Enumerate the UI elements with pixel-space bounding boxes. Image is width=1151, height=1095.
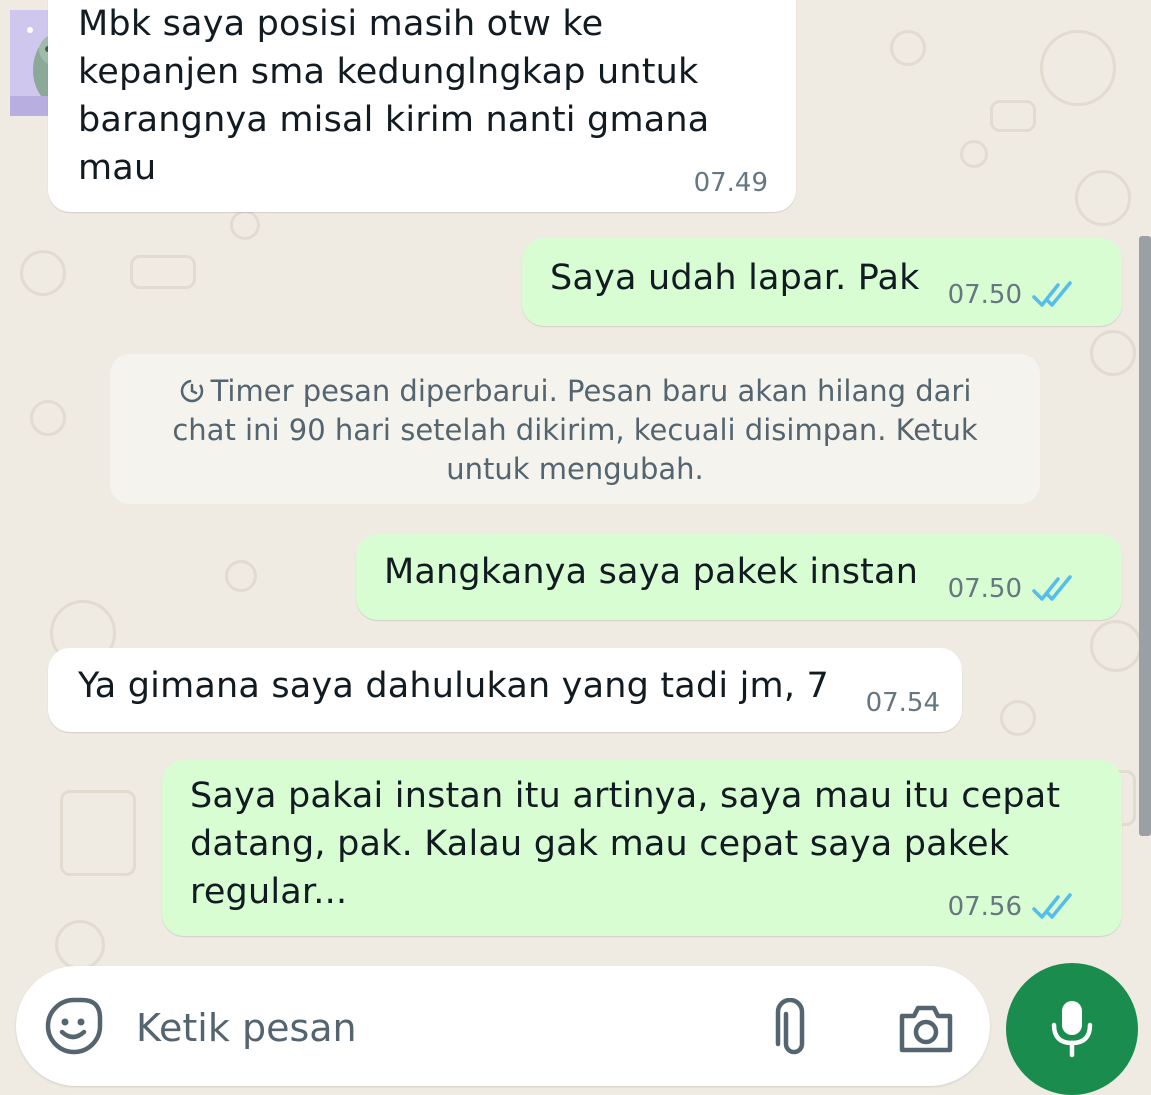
message-text: Ya gimana saya dahulukan yang tadi jm, 7	[78, 666, 829, 706]
message-meta: 07.50	[948, 280, 1078, 310]
message-text: Mbk saya posisi masih otw ke kepanjen sm…	[78, 4, 710, 188]
message-bubble-incoming[interactable]: Ya gimana saya dahulukan yang tadi jm, 7…	[48, 648, 962, 732]
chat-scrollbar[interactable]	[1139, 236, 1151, 836]
double-check-read-icon	[1032, 893, 1072, 919]
message-text: Mangkanya saya pakek instan	[384, 552, 919, 592]
mic-icon	[1051, 1001, 1093, 1058]
message-composer	[16, 966, 990, 1086]
timer-icon	[180, 379, 203, 403]
message-meta: 07.49	[694, 168, 768, 198]
message-time: 07.50	[947, 574, 1022, 604]
message-bubble-outgoing[interactable]: Mangkanya saya pakek instan 07.50	[356, 534, 1122, 620]
message-text: Saya udah lapar. Pak	[550, 258, 920, 298]
message-input[interactable]	[136, 1000, 696, 1056]
sticker-icon[interactable]	[44, 996, 104, 1056]
message-time: 07.50	[947, 280, 1022, 310]
message-bubble-incoming[interactable]: Mbk saya posisi masih otw ke kepanjen sm…	[48, 0, 796, 212]
message-bubble-outgoing[interactable]: Saya pakai instan itu artinya, saya mau …	[162, 760, 1122, 936]
message-text: Saya pakai instan itu artinya, saya mau …	[190, 776, 1061, 912]
message-bubble-outgoing[interactable]: Saya udah lapar. Pak 07.50	[522, 238, 1122, 326]
message-meta: 07.50	[948, 574, 1078, 604]
message-meta: 07.54	[866, 688, 940, 718]
attach-icon[interactable]	[770, 998, 810, 1058]
disappearing-messages-notice[interactable]: Timer pesan diperbarui. Pesan baru akan …	[110, 354, 1040, 504]
message-time: 07.54	[865, 688, 940, 718]
camera-icon[interactable]	[896, 1000, 956, 1056]
notice-text: Timer pesan diperbarui. Pesan baru akan …	[172, 374, 978, 486]
double-check-read-icon	[1032, 281, 1072, 307]
message-time: 07.49	[693, 168, 768, 198]
message-time: 07.56	[947, 892, 1022, 922]
double-check-read-icon	[1032, 575, 1072, 601]
message-meta: 07.56	[948, 892, 1078, 922]
voice-message-button[interactable]	[1006, 963, 1138, 1095]
